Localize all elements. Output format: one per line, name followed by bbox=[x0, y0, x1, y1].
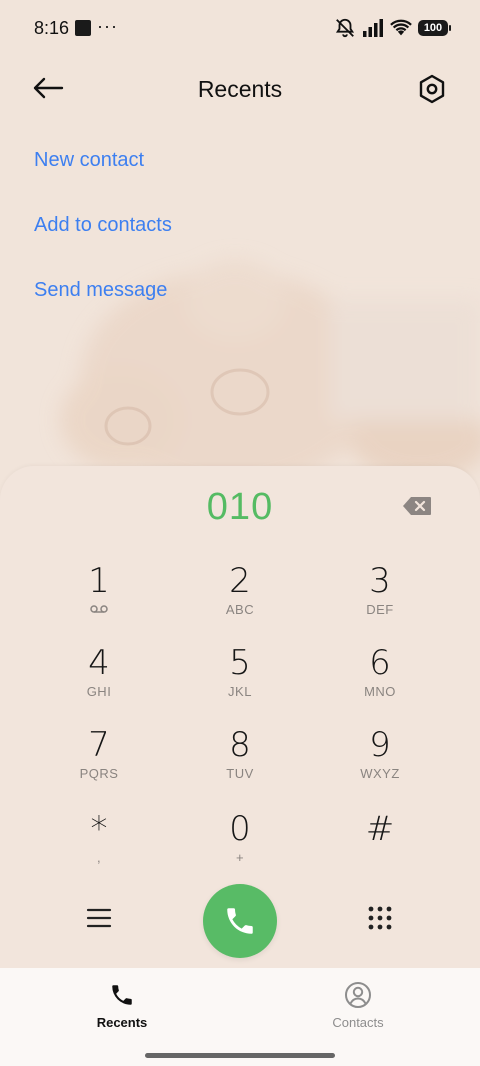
key-digit: 6 bbox=[369, 643, 391, 683]
key-hash[interactable]: # bbox=[320, 810, 440, 882]
key-letters: TUV bbox=[226, 766, 254, 781]
keypad-grid-icon bbox=[368, 906, 392, 930]
status-bar: 8:16 ··· 100 bbox=[0, 0, 480, 56]
notification-square-icon bbox=[75, 20, 91, 36]
status-time: 8:16 bbox=[34, 18, 70, 38]
nav-label: Recents bbox=[96, 1015, 148, 1030]
key-letters: WXYZ bbox=[360, 766, 400, 781]
key-2[interactable]: 2 ABC bbox=[180, 562, 300, 634]
key-0[interactable]: 0 + bbox=[180, 810, 300, 882]
hexagon-settings-icon bbox=[419, 74, 445, 104]
key-5[interactable]: 5 JKL bbox=[180, 644, 300, 716]
nav-item-recents[interactable]: Recents bbox=[52, 980, 192, 1030]
battery-icon: 100 bbox=[418, 20, 451, 36]
phone-icon bbox=[227, 908, 253, 934]
home-indicator[interactable] bbox=[145, 1053, 335, 1058]
key-letters: PQRS bbox=[79, 766, 119, 781]
menu-button[interactable] bbox=[80, 902, 118, 934]
key-6[interactable]: 6 MNO bbox=[320, 644, 440, 716]
key-star[interactable]: * , bbox=[39, 810, 159, 882]
key-letters: MNO bbox=[364, 684, 396, 699]
call-button[interactable] bbox=[203, 884, 277, 958]
key-8[interactable]: 8 TUV bbox=[180, 726, 300, 798]
keypad-toggle-button[interactable] bbox=[360, 900, 400, 936]
key-letters: JKL bbox=[228, 684, 252, 699]
nav-label: Contacts bbox=[332, 1015, 384, 1030]
key-4[interactable]: 4 GHI bbox=[39, 644, 159, 716]
wifi-icon bbox=[390, 19, 412, 36]
backspace-icon bbox=[403, 497, 431, 515]
nav-item-contacts[interactable]: Contacts bbox=[288, 980, 428, 1030]
dialpad-panel: 010 1 2 ABC 3 DEF 4 GHI 5 JKL 6 MNO 7 PQ… bbox=[0, 466, 480, 968]
key-digit: 8 bbox=[229, 725, 251, 765]
status-icons: 100 bbox=[334, 16, 451, 40]
key-digit: 4 bbox=[88, 643, 110, 683]
key-digit: 5 bbox=[229, 643, 251, 683]
key-letters: , bbox=[96, 850, 102, 865]
key-digit: 9 bbox=[369, 725, 391, 765]
key-letters: + bbox=[235, 850, 245, 865]
new-contact-link[interactable]: New contact bbox=[34, 149, 144, 172]
key-3[interactable]: 3 DEF bbox=[320, 562, 440, 634]
add-to-contacts-link[interactable]: Add to contacts bbox=[34, 214, 172, 237]
key-digit: 1 bbox=[88, 561, 110, 601]
key-1[interactable]: 1 bbox=[39, 562, 159, 634]
key-9[interactable]: 9 WXYZ bbox=[320, 726, 440, 798]
settings-button[interactable] bbox=[412, 70, 452, 108]
key-digit: * bbox=[90, 809, 108, 849]
backspace-button[interactable] bbox=[398, 490, 436, 522]
send-message-link[interactable]: Send message bbox=[34, 279, 167, 302]
key-letters: ABC bbox=[225, 602, 255, 617]
menu-icon bbox=[86, 908, 112, 928]
phone-icon bbox=[112, 985, 132, 1005]
voicemail-icon bbox=[39, 602, 159, 617]
bottom-nav: Recents Contacts bbox=[0, 968, 480, 1066]
key-digit: 0 bbox=[229, 809, 251, 849]
key-7[interactable]: 7 PQRS bbox=[39, 726, 159, 798]
page-title: Recents bbox=[197, 76, 283, 102]
key-digit: 2 bbox=[229, 561, 251, 601]
person-circle-icon bbox=[345, 982, 371, 1008]
key-digit: 3 bbox=[369, 561, 391, 601]
key-letters: DEF bbox=[366, 602, 394, 617]
key-letters: GHI bbox=[86, 684, 112, 699]
key-digit: 7 bbox=[88, 725, 110, 765]
overflow-dots: ··· bbox=[97, 16, 118, 36]
signal-icon bbox=[363, 19, 383, 37]
key-digit: # bbox=[365, 809, 395, 849]
mute-icon bbox=[335, 18, 355, 38]
